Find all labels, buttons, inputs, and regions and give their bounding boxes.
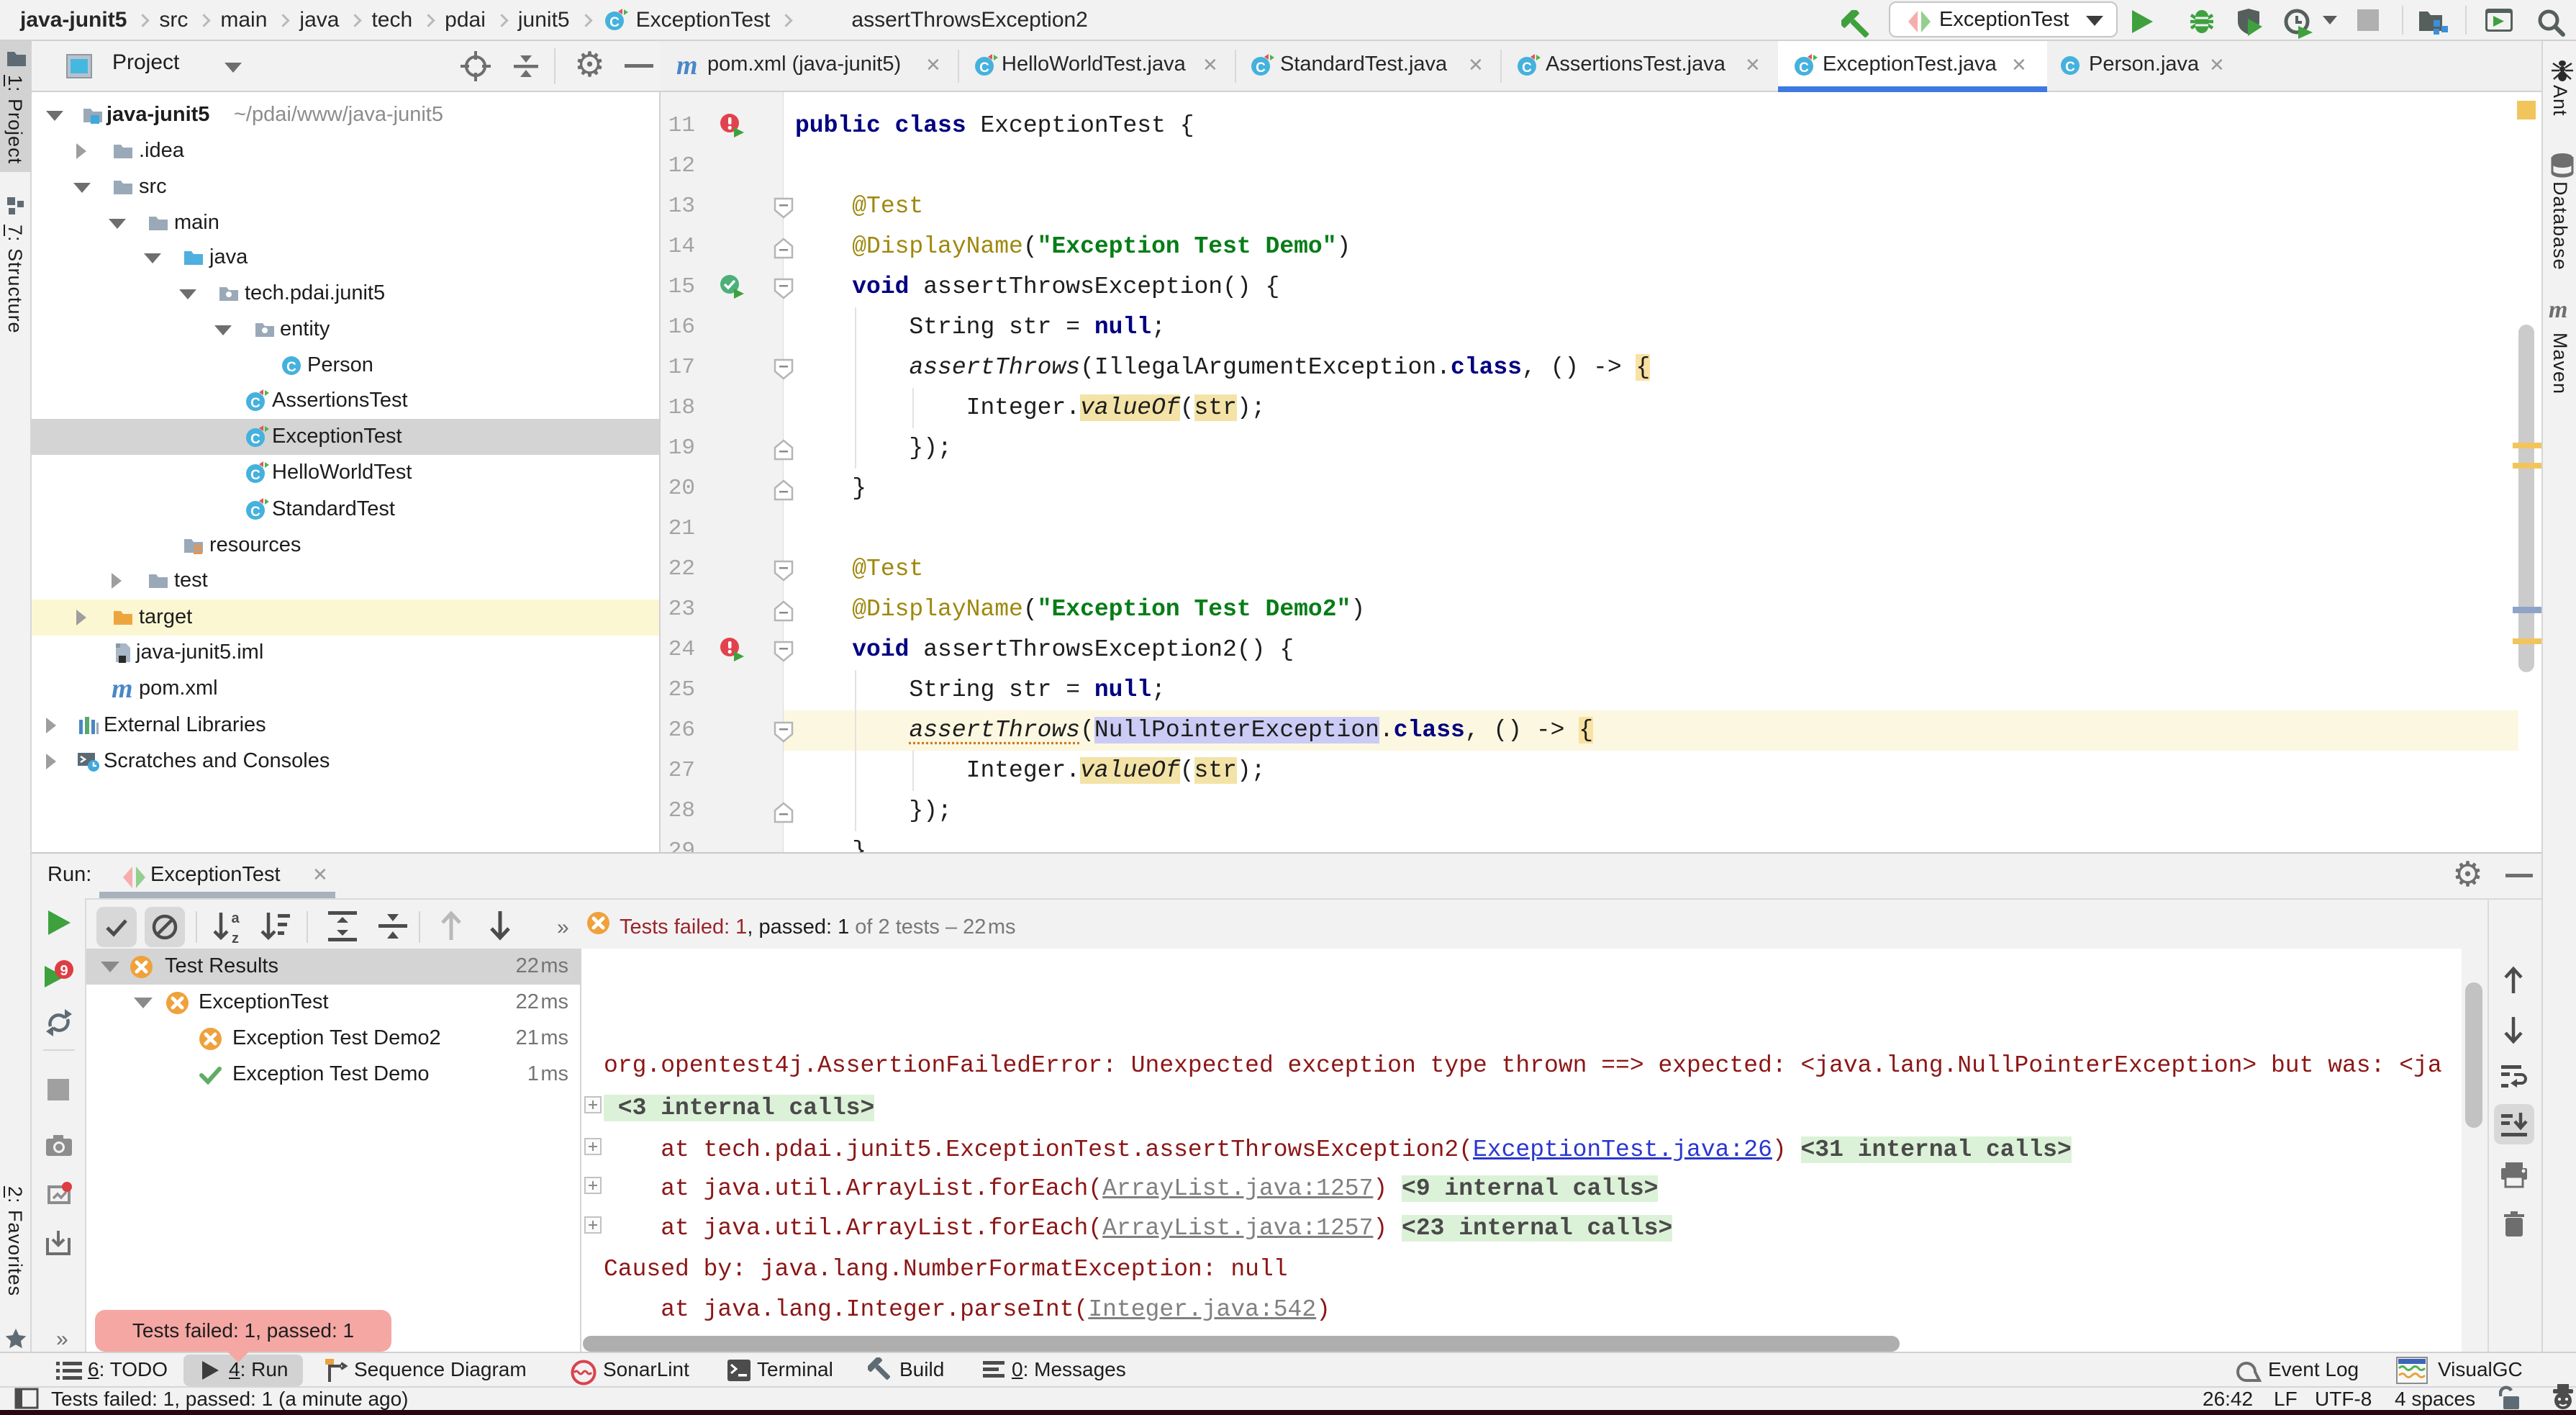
svg-text:C: C bbox=[250, 505, 260, 520]
svg-text:a: a bbox=[231, 910, 240, 926]
svg-text:9: 9 bbox=[60, 963, 68, 979]
svg-text:C: C bbox=[1522, 60, 1532, 76]
svg-text:C: C bbox=[2065, 60, 2075, 75]
svg-text:C: C bbox=[250, 432, 260, 447]
svg-text:C: C bbox=[286, 360, 296, 375]
svg-text:C: C bbox=[609, 15, 620, 30]
svg-text:z: z bbox=[232, 931, 239, 944]
svg-text:C: C bbox=[250, 468, 260, 483]
svg-text:C: C bbox=[1256, 60, 1266, 76]
svg-text:C: C bbox=[979, 60, 989, 76]
svg-text:C: C bbox=[250, 396, 260, 411]
svg-text:C: C bbox=[1799, 60, 1809, 76]
